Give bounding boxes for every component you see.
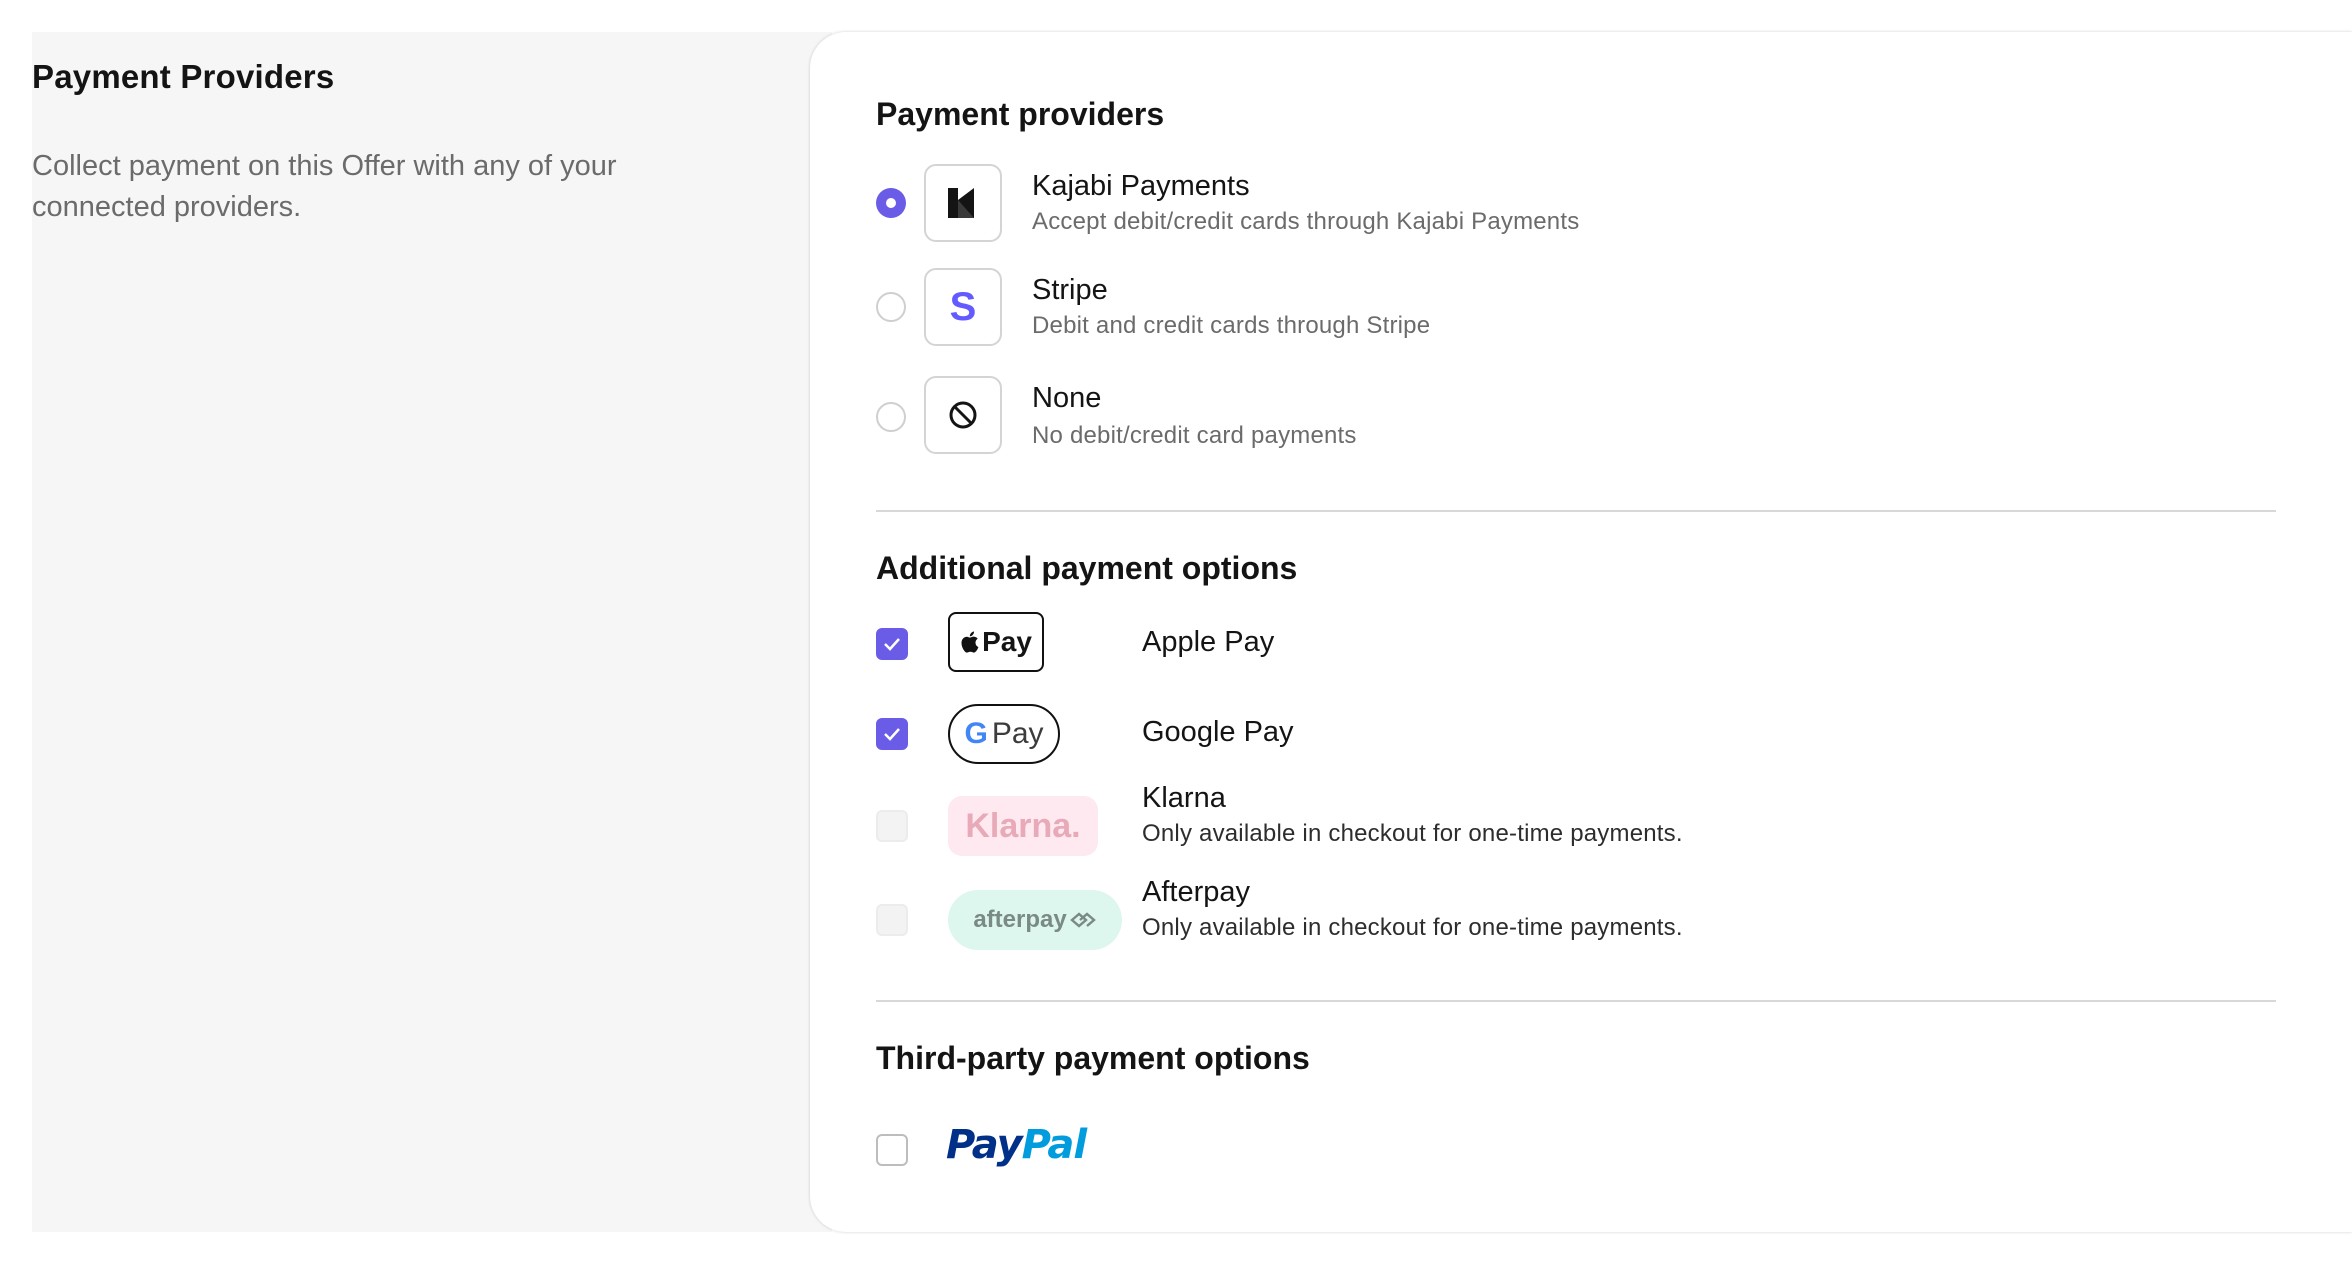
provider-name-stripe: Stripe: [1032, 274, 1108, 306]
option-note-klarna: Only available in checkout for one-time …: [1142, 820, 1683, 847]
google-pay-badge: G Pay: [948, 704, 1060, 764]
section-description: Collect payment on this Offer with any o…: [32, 150, 617, 223]
radio-stripe[interactable]: [876, 292, 906, 322]
provider-description-stripe: Debit and credit cards through Stripe: [1032, 312, 1431, 339]
checkbox-klarna[interactable]: [876, 810, 908, 842]
checkbox-paypal[interactable]: [876, 1134, 908, 1166]
klarna-badge: Klarna.: [948, 796, 1098, 856]
provider-description-kajabi: Accept debit/credit cards through Kajabi…: [1032, 208, 1580, 235]
stripe-logo-icon: S: [924, 268, 1002, 346]
paypal-logo: PayPal: [946, 1122, 1087, 1168]
apple-icon: [961, 631, 979, 653]
option-name-apple-pay: Apple Pay: [1142, 626, 1275, 658]
provider-name-none: None: [1032, 382, 1102, 414]
prohibited-icon: [924, 376, 1002, 454]
additional-options-heading: Additional payment options: [876, 550, 1298, 586]
radio-none[interactable]: [876, 402, 906, 432]
payment-settings-card: Payment providers Kajabi Payments Accept…: [810, 32, 2352, 1232]
third-party-options-heading: Third-party payment options: [876, 1040, 1310, 1076]
checkmark-icon: [884, 728, 900, 741]
provider-name-kajabi: Kajabi Payments: [1032, 170, 1250, 202]
google-g-icon: G: [964, 717, 988, 750]
apple-pay-badge: Pay: [948, 612, 1044, 672]
provider-description-none: No debit/credit card payments: [1032, 422, 1357, 449]
radio-kajabi-payments[interactable]: [876, 188, 906, 218]
checkbox-afterpay[interactable]: [876, 904, 908, 936]
payment-providers-heading: Payment providers: [876, 96, 1165, 132]
kajabi-logo-icon: [924, 164, 1002, 242]
checkbox-google-pay[interactable]: [876, 718, 908, 750]
option-name-google-pay: Google Pay: [1142, 716, 1294, 748]
section-divider: [876, 1000, 2276, 1002]
option-name-afterpay: Afterpay: [1142, 876, 1250, 908]
afterpay-arrows-icon: [1069, 912, 1096, 928]
section-title: Payment Providers: [32, 58, 335, 95]
option-note-afterpay: Only available in checkout for one-time …: [1142, 914, 1683, 941]
checkmark-icon: [884, 638, 900, 651]
checkbox-apple-pay[interactable]: [876, 628, 908, 660]
section-info-pane: Payment Providers Collect payment on thi…: [32, 32, 832, 1232]
afterpay-badge: afterpay: [948, 890, 1122, 950]
section-divider: [876, 510, 2276, 512]
option-name-klarna: Klarna: [1142, 782, 1226, 814]
